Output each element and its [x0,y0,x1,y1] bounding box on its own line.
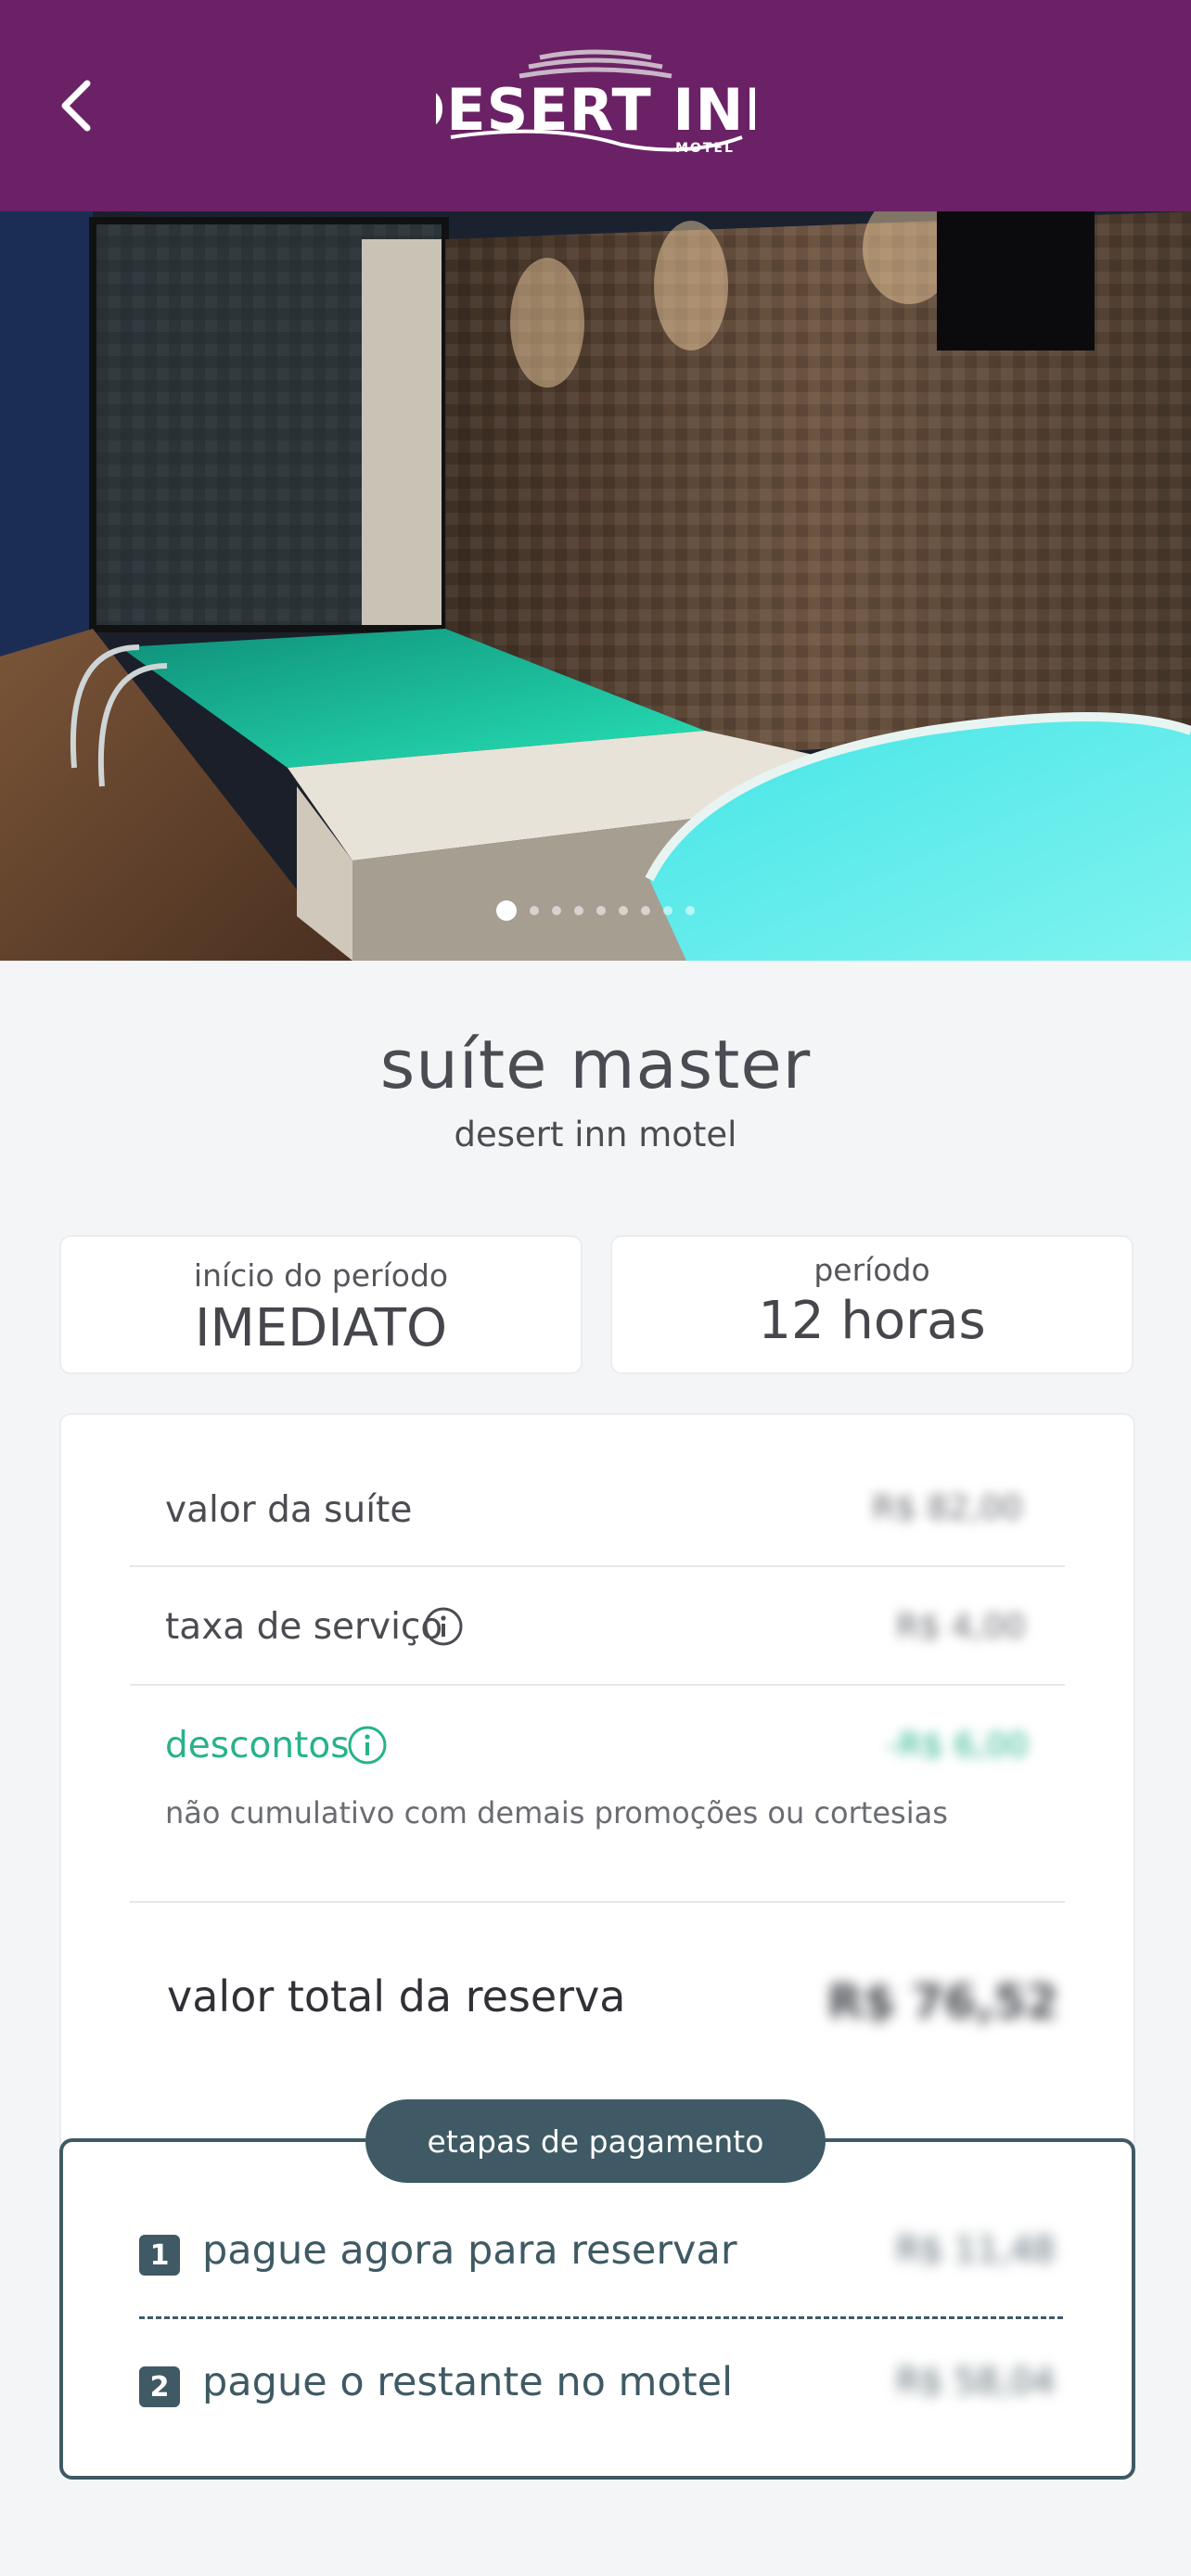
period-duration-card[interactable]: período 12 horas [610,1235,1133,1374]
payment-steps-box [59,2138,1135,2480]
carousel-dot-active[interactable] [496,900,517,921]
suite-title: suíte master [379,1026,812,1103]
total-label: valor total da reserva [167,1971,626,2021]
suite-value-amount: R$ 82,00 [872,1489,1023,1527]
discounts-note: não cumulativo com demais promoções ou c… [165,1795,948,1830]
divider [130,1901,1065,1903]
step-label: pague agora para reservar [202,2227,737,2274]
period-start-label: início do período [193,1257,449,1294]
step-label: pague o restante no motel [202,2359,734,2405]
chevron-left-icon [61,80,91,132]
dashed-divider [139,2316,1063,2319]
carousel-dot[interactable] [596,906,606,915]
payment-steps-title: etapas de pagamento [365,2099,826,2183]
info-icon[interactable] [347,1725,388,1766]
app-header: DESERT INN MOTEL [0,0,1191,211]
motel-name: desert inn motel [454,1115,737,1154]
carousel-dot[interactable] [619,906,628,915]
back-button[interactable] [48,70,104,141]
carousel-dot[interactable] [574,906,583,915]
carousel-dot[interactable] [663,906,672,915]
suite-photo [0,211,1191,961]
divider [130,1684,1065,1686]
carousel-dot[interactable] [530,906,539,915]
info-icon[interactable] [423,1606,464,1647]
period-start-value: IMEDIATO [194,1298,448,1358]
carousel-dots[interactable] [0,898,1191,924]
discounts-label: descontos [165,1725,350,1766]
suite-photo-carousel[interactable] [0,211,1191,961]
period-duration-value: 12 horas [758,1291,986,1351]
svg-text:MOTEL: MOTEL [675,141,735,156]
step-number: 1 [139,2235,180,2276]
carousel-dot[interactable] [641,906,650,915]
service-fee-amount: R$ 4,00 [896,1608,1026,1646]
step-amount: R$ 58,04 [896,2361,1056,2402]
desert-inn-logo: DESERT INN MOTEL [398,48,792,163]
step-number: 2 [139,2366,180,2407]
carousel-dot[interactable] [552,906,561,915]
divider [130,1565,1065,1567]
price-breakdown-card: valor da suíte R$ 82,00 taxa de serviço … [59,1413,1135,2175]
total-amount: R$ 76,52 [827,1975,1058,2029]
period-duration-label: período [813,1252,930,1288]
carousel-dot[interactable] [685,906,695,915]
service-fee-label: taxa de serviço [165,1606,443,1648]
step-amount: R$ 11,48 [896,2229,1056,2270]
period-start-card[interactable]: início do período IMEDIATO [59,1235,583,1374]
discounts-amount: -R$ 6,00 [887,1727,1029,1765]
suite-value-label: valor da suíte [165,1489,413,1531]
